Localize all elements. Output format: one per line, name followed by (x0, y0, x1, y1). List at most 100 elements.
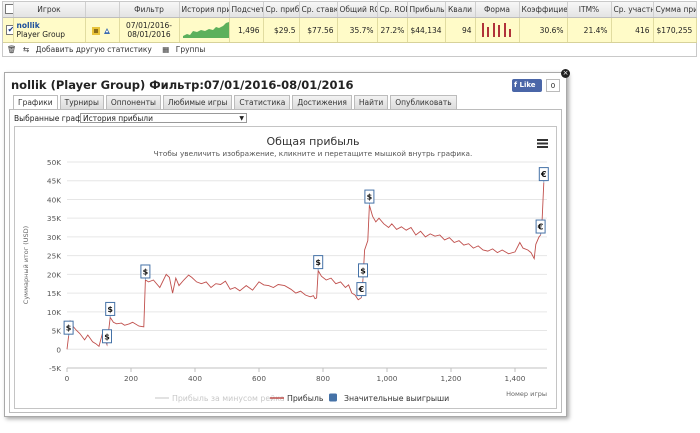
groups-icon: ▦ (162, 44, 170, 54)
facebook-icon: f (514, 81, 518, 89)
x-tick-label: 600 (252, 374, 266, 383)
x-tick-label: 1,400 (505, 374, 526, 383)
form-bar (492, 23, 495, 37)
delete-icon[interactable]: 🗑 (7, 45, 17, 54)
profit-chart[interactable]: Общая прибыльЧтобы увеличить изображение… (15, 127, 556, 408)
profit-series-line (66, 182, 545, 350)
y-tick-label: 35K (47, 214, 61, 223)
header-profit[interactable]: Прибыль (407, 2, 446, 18)
facebook-like-button[interactable]: f Like (512, 79, 542, 92)
add-icon: ⇆ (22, 44, 30, 54)
groups-button[interactable]: ▦ Группы (162, 44, 209, 54)
qualifier-value: 94 (445, 17, 476, 43)
big-win-label: $ (107, 305, 113, 314)
form-bar (487, 27, 490, 37)
total-roi-value: 35.7% (337, 17, 378, 43)
x-tick-label: 800 (316, 374, 330, 383)
y-tick-label: 5K (52, 327, 62, 336)
form-bar (482, 23, 485, 37)
window-title: nollik (Player Group) Фильтр:07/01/2016-… (11, 78, 354, 92)
form-bar (508, 29, 511, 37)
stats-header-row: Игрок Фильтр История приб Подсчет Ср. пр… (3, 2, 697, 18)
header-form[interactable]: Форма (475, 2, 520, 18)
profit-history-sparkline[interactable] (179, 17, 230, 43)
tab-charts[interactable]: Графики (13, 95, 58, 109)
big-win-label: $ (315, 258, 321, 267)
facebook-like-count: 0 (546, 79, 560, 92)
chart-title: Общая прибыль (267, 135, 360, 148)
player-window: × nollik (Player Group) Фильтр:07/01/201… (4, 69, 570, 417)
header-count[interactable]: Подсчет (229, 2, 264, 18)
player-cell[interactable]: nollik Player Group (13, 17, 86, 43)
avg-entrants-value: 416 (611, 17, 654, 43)
hamburger-menu-icon[interactable] (537, 139, 548, 148)
prize-sum-value: $170,255 (656, 25, 693, 35)
y-tick-label: 10K (47, 308, 61, 317)
y-tick-label: 15K (47, 289, 61, 298)
tab-bar: Графики Турниры Оппоненты Любимые игры С… (13, 95, 459, 109)
tab-tournaments[interactable]: Турниры (59, 95, 104, 109)
add-stats-link[interactable]: ⇆ Добавить другую статистику (22, 44, 158, 54)
sparkline-graph (182, 22, 228, 38)
tab-achievements[interactable]: Достижения (292, 95, 352, 109)
tab-find[interactable]: Найти (353, 95, 389, 109)
prize-sum-cell: $170,255 x (653, 17, 697, 43)
y-tick-label: 0 (56, 345, 61, 354)
coefficient-value: 30.6% (519, 17, 568, 43)
header-prize-sum[interactable]: Сумма призо (653, 2, 697, 18)
form-bars (475, 17, 520, 43)
big-win-label: $ (143, 267, 149, 276)
header-itm[interactable]: ITM% (567, 2, 612, 18)
network-badge-icon (91, 26, 100, 35)
facebook-like-label: Like (519, 81, 536, 89)
header-qualifier[interactable]: Квали (445, 2, 476, 18)
legend-label: Значительные выигрыши (344, 394, 449, 403)
header-avg-entrants[interactable]: Ср. участни (611, 2, 654, 18)
legend-swatch (329, 393, 337, 402)
header-avg-profit[interactable]: Ср. приб (263, 2, 300, 18)
header-total-roi[interactable]: Общий ROI (337, 2, 378, 18)
chart-frame[interactable]: Общая прибыль Чтобы увеличить изображение… (14, 126, 557, 409)
tab-favorite-games[interactable]: Любимые игры (162, 95, 233, 109)
header-avg-stake[interactable]: Ср. ставк (299, 2, 338, 18)
header-player[interactable]: Игрок (13, 2, 86, 18)
header-icons (85, 2, 120, 18)
stats-panel: Игрок Фильтр История приб Подсчет Ср. пр… (2, 1, 697, 57)
big-win-label: $ (360, 266, 366, 275)
big-win-label: $ (66, 324, 72, 333)
rocket-icon (104, 27, 111, 34)
profit-value: $44,134 (407, 17, 446, 43)
itm-value: 21.4% (567, 17, 612, 43)
header-coefficient[interactable]: Коэффицие (519, 2, 568, 18)
chevron-down-icon: ▼ (239, 115, 244, 122)
big-win-label: € (537, 223, 544, 232)
chart-select-value: История прибыли (83, 114, 153, 123)
header-profit-history[interactable]: История приб (179, 2, 230, 18)
tab-statistics[interactable]: Статистика (234, 95, 291, 109)
tab-publish[interactable]: Опубликовать (390, 95, 457, 109)
header-avg-roi[interactable]: Ср. ROI (377, 2, 408, 18)
y-axis-title: Суммарный итог (USD) (22, 226, 30, 304)
close-window-button[interactable]: × (561, 69, 570, 78)
chart-subtitle: Чтобы увеличить изображение, кликните и … (154, 149, 473, 158)
player-group: Player Group (16, 30, 66, 39)
avg-roi-value: 27.2% (377, 17, 408, 43)
x-tick-label: 0 (65, 374, 70, 383)
tab-content: Выбранные графики: История прибыли ▼ Общ… (9, 109, 562, 413)
row-checkbox[interactable]: ✔ (3, 17, 14, 43)
big-win-label: $ (367, 193, 373, 202)
add-stats-label: Добавить другую статистику (35, 44, 152, 54)
avg-profit-value: $29.5 (263, 17, 300, 43)
x-tick-label: 1,000 (377, 374, 398, 383)
avg-stake-value: $77.56 (299, 17, 338, 43)
select-all-checkbox[interactable] (3, 2, 14, 18)
big-win-label: € (540, 170, 547, 179)
chart-select-dropdown[interactable]: История прибыли ▼ (80, 113, 247, 123)
stats-table: Игрок Фильтр История приб Подсчет Ср. пр… (3, 2, 697, 43)
player-name-link[interactable]: nollik (17, 21, 82, 30)
form-bar (503, 23, 506, 37)
tab-opponents[interactable]: Оппоненты (105, 95, 161, 109)
header-filter[interactable]: Фильтр (119, 2, 180, 18)
table-row[interactable]: ✔ nollik Player Group 07/01/2016-08/01/2… (3, 17, 697, 43)
big-win-label: € (358, 285, 365, 294)
